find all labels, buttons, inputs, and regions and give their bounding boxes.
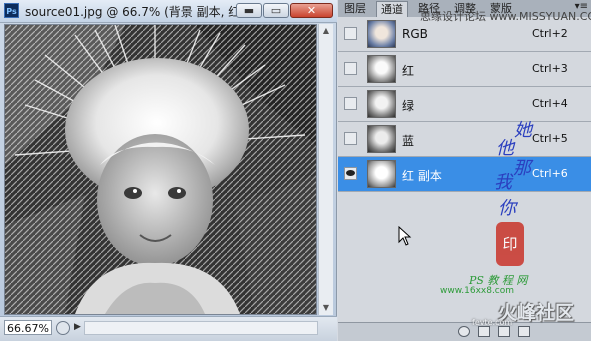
tab-channels[interactable]: 通道	[376, 1, 408, 18]
channel-shortcut: Ctrl+2	[532, 27, 568, 40]
channel-row-green[interactable]: 绿 Ctrl+4	[338, 87, 591, 122]
visibility-toggle[interactable]	[344, 132, 357, 145]
channel-row-blue[interactable]: 蓝 Ctrl+5	[338, 122, 591, 157]
channel-thumbnail	[367, 90, 396, 118]
channel-thumbnail	[367, 20, 396, 48]
channel-name: 红 副本	[402, 169, 442, 183]
channel-thumbnail	[367, 125, 396, 153]
close-button[interactable]: ✕	[290, 3, 333, 18]
visibility-toggle[interactable]	[344, 27, 357, 40]
channel-name: 蓝	[402, 134, 415, 148]
document-titlebar[interactable]: Ps source01.jpg @ 66.7% (背景 副本, 红... ▬ ▭…	[0, 0, 337, 23]
minimize-button[interactable]: ▬	[236, 3, 262, 18]
photoshop-icon: Ps	[4, 3, 19, 18]
horizontal-scrollbar[interactable]	[84, 321, 318, 335]
channel-name: 绿	[402, 99, 415, 113]
visibility-toggle[interactable]	[344, 97, 357, 110]
channel-thumbnail	[367, 55, 396, 83]
channel-shortcut: Ctrl+5	[532, 132, 568, 145]
new-channel-icon[interactable]	[498, 326, 510, 337]
channel-shortcut: Ctrl+3	[532, 62, 568, 75]
photo-grayscale-girl	[5, 25, 316, 314]
status-info-icon[interactable]	[56, 321, 70, 335]
load-selection-icon[interactable]	[458, 326, 470, 337]
channel-name: RGB	[402, 27, 428, 41]
watermark-sub: fevte.com	[472, 318, 513, 327]
image-canvas[interactable]	[4, 24, 317, 315]
delete-channel-icon[interactable]	[518, 326, 530, 337]
visibility-toggle[interactable]	[344, 62, 357, 75]
calligraphy-char: 那	[513, 158, 531, 179]
tab-layers[interactable]: 图层	[340, 1, 370, 17]
save-selection-icon[interactable]	[478, 326, 490, 337]
eye-icon	[346, 170, 355, 176]
channel-thumbnail	[367, 160, 396, 188]
document-window: Ps source01.jpg @ 66.7% (背景 副本, 红... ▬ ▭…	[0, 0, 337, 341]
maximize-button[interactable]: ▭	[263, 3, 289, 18]
channel-shortcut: Ctrl+4	[532, 97, 568, 110]
scroll-down-icon[interactable]: ▼	[319, 301, 333, 315]
ps-tutorial-url: www.16xx8.com	[440, 286, 515, 296]
status-menu-arrow-icon[interactable]: ▶	[74, 322, 81, 332]
calligraphy-char: 你	[498, 198, 516, 219]
mouse-cursor-icon	[398, 226, 412, 246]
calligraphy-char: 我	[494, 172, 512, 193]
channel-row-red-copy[interactable]: 红 副本 Ctrl+6	[338, 157, 591, 192]
calligraphy-char: 他	[496, 138, 514, 159]
document-title: source01.jpg @ 66.7% (背景 副本, 红...	[25, 5, 252, 19]
zoom-level-field[interactable]: 66.67%	[4, 320, 52, 335]
channel-shortcut: Ctrl+6	[532, 167, 568, 180]
channel-row-red[interactable]: 红 Ctrl+3	[338, 52, 591, 87]
channel-name: 红	[402, 64, 415, 78]
vertical-scrollbar[interactable]: ▲ ▼	[318, 24, 333, 315]
red-seal-stamp: 印	[496, 222, 524, 266]
status-bar: 66.67% ▶	[0, 316, 337, 341]
calligraphy-char: 她	[514, 120, 532, 141]
scroll-up-icon[interactable]: ▲	[319, 24, 333, 38]
watermark-top: 思缘设计论坛 www.MISSYUAN.COM	[420, 10, 591, 23]
visibility-toggle[interactable]	[344, 167, 357, 180]
